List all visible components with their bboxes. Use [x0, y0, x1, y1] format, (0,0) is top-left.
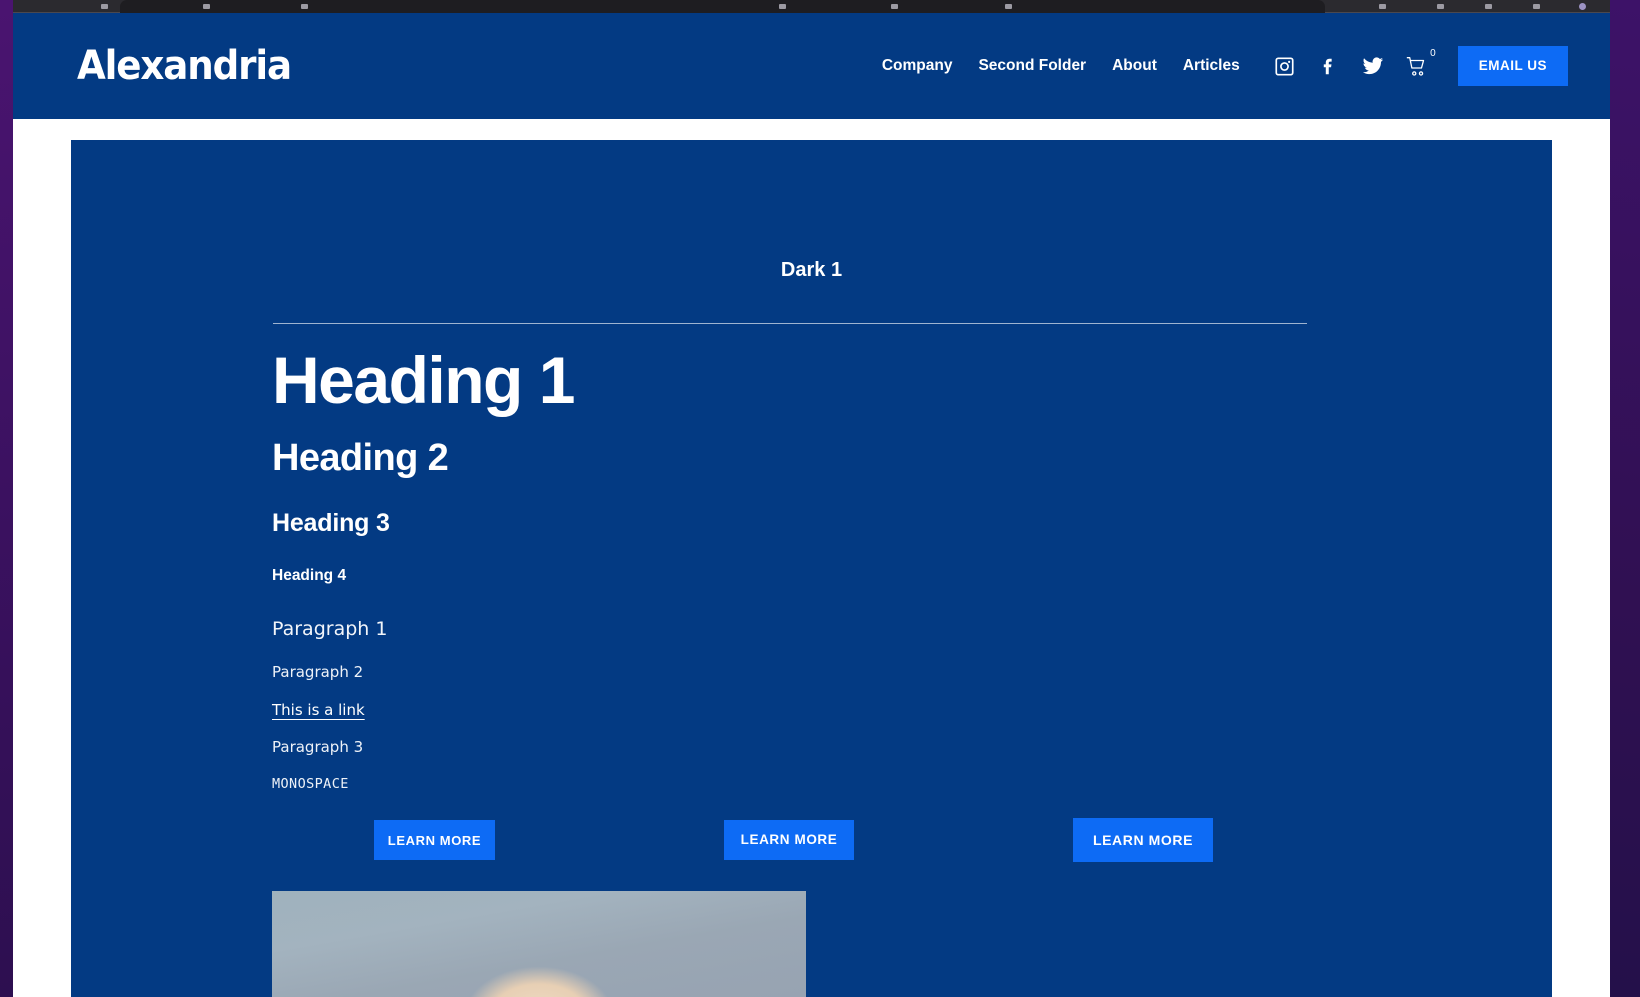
- learn-more-button-1[interactable]: LEARN MORE: [374, 820, 495, 860]
- horizontal-divider: [273, 323, 1307, 324]
- toolbar-control-screenshot[interactable]: [1379, 4, 1386, 9]
- toolbar-control-forward[interactable]: [203, 4, 210, 9]
- email-us-button[interactable]: EMAIL US: [1457, 46, 1568, 86]
- heading-2: Heading 2: [272, 436, 449, 479]
- dark-content-card: Dark 1 Heading 1 Heading 2 Heading 3 Hea…: [71, 140, 1552, 997]
- browser-window: Alexandria Company Second Folder About A…: [13, 0, 1610, 997]
- heading-1: Heading 1: [272, 343, 575, 417]
- nav-item-second-folder[interactable]: Second Folder: [978, 57, 1086, 75]
- cart-icon[interactable]: 0: [1406, 48, 1436, 77]
- toolbar-control-audio[interactable]: [1485, 4, 1492, 9]
- monospace-text: MONOSPACE: [272, 776, 349, 793]
- learn-more-button-3[interactable]: LEARN MORE: [1073, 818, 1213, 862]
- nav-item-about[interactable]: About: [1112, 57, 1157, 75]
- facebook-icon[interactable]: [1318, 55, 1340, 77]
- toolbar-control-back[interactable]: [101, 4, 108, 9]
- nav-item-company[interactable]: Company: [882, 57, 953, 75]
- toolbar-control-devices[interactable]: [1437, 4, 1444, 9]
- instagram-icon[interactable]: [1274, 55, 1296, 77]
- browser-toolbar[interactable]: [13, 0, 1610, 13]
- twitter-icon[interactable]: [1362, 55, 1384, 77]
- toolbar-control-downloads[interactable]: [1005, 4, 1012, 9]
- heading-4: Heading 4: [272, 567, 347, 585]
- learn-more-button-row: LEARN MORE LEARN MORE LEARN MORE: [71, 818, 1552, 900]
- cart-count-badge: 0: [1430, 48, 1436, 59]
- paragraph-1: Paragraph 1: [272, 618, 388, 641]
- toolbar-control-bookmark[interactable]: [891, 4, 898, 9]
- paragraph-3: Paragraph 3: [272, 738, 364, 757]
- social-icons: 0: [1274, 48, 1436, 77]
- nav-links: Company Second Folder About Articles: [882, 57, 1240, 75]
- site-header: Alexandria Company Second Folder About A…: [13, 13, 1610, 119]
- site-logo[interactable]: Alexandria: [77, 46, 292, 86]
- toolbar-control-extension[interactable]: [779, 4, 786, 9]
- desktop-background-left: [0, 0, 13, 997]
- sample-link[interactable]: This is a link: [272, 701, 365, 719]
- link-row: This is a link: [272, 701, 1372, 720]
- toolbar-control-window[interactable]: [1533, 4, 1540, 9]
- section-label: Dark 1: [780, 259, 843, 281]
- learn-more-button-2[interactable]: LEARN MORE: [724, 820, 854, 860]
- page-body: Dark 1 Heading 1 Heading 2 Heading 3 Hea…: [13, 119, 1610, 997]
- toolbar-profile-avatar[interactable]: [1579, 3, 1586, 10]
- content-image: [272, 891, 806, 997]
- heading-3: Heading 3: [272, 508, 390, 537]
- main-navigation: Company Second Folder About Articles 0 E…: [882, 46, 1568, 86]
- paragraph-2: Paragraph 2: [272, 663, 364, 682]
- nav-item-articles[interactable]: Articles: [1183, 57, 1240, 75]
- desktop-background-right: [1610, 0, 1640, 997]
- toolbar-control-reload[interactable]: [301, 4, 308, 9]
- typography-sample-block: Heading 1 Heading 2 Heading 3 Heading 4 …: [272, 343, 1372, 793]
